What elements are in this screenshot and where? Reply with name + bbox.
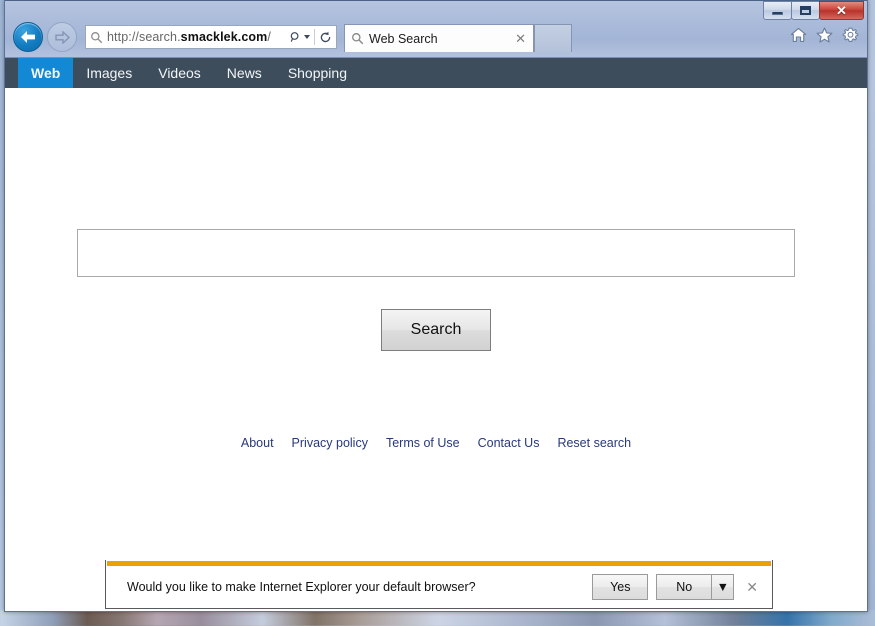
back-arrow-icon bbox=[21, 31, 35, 43]
sitenav-item-videos[interactable]: Videos bbox=[145, 58, 214, 88]
desktop-taskbar bbox=[0, 610, 875, 626]
footer-link-contact-us[interactable]: Contact Us bbox=[478, 436, 540, 450]
sitenav-label-shopping: Shopping bbox=[287, 65, 347, 81]
refresh-icon[interactable] bbox=[319, 31, 332, 44]
sitenav-item-images[interactable]: Images bbox=[73, 58, 145, 88]
address-icon-divider bbox=[314, 29, 315, 45]
url-subdomain: search. bbox=[138, 30, 181, 44]
back-button[interactable] bbox=[13, 22, 43, 52]
search-input[interactable] bbox=[77, 229, 795, 277]
tab-close-icon[interactable]: ✕ bbox=[512, 32, 529, 45]
sitenav-label-news: News bbox=[226, 65, 262, 81]
search-area: Search bbox=[5, 229, 867, 351]
address-url: http://search.smacklek.com/ bbox=[107, 30, 290, 44]
address-bar[interactable]: http://search.smacklek.com/ bbox=[85, 25, 337, 49]
notification-no-split-button: No ▼ bbox=[656, 574, 735, 600]
address-bar-icons bbox=[290, 29, 334, 45]
title-bar: ✕ http://search.smacklek.com/ Web Search… bbox=[5, 0, 867, 58]
notification-no-dropdown-button[interactable]: ▼ bbox=[712, 574, 735, 600]
sitenav-label-images: Images bbox=[86, 65, 133, 81]
forward-arrow-icon bbox=[55, 30, 70, 44]
new-tab-button[interactable] bbox=[534, 24, 572, 52]
window-controls: ✕ bbox=[763, 1, 864, 20]
search-button[interactable]: Search bbox=[381, 309, 491, 351]
footer-link-reset-search[interactable]: Reset search bbox=[557, 436, 631, 450]
notification-body: Would you like to make Internet Explorer… bbox=[106, 566, 772, 608]
sitenav-label-videos: Videos bbox=[158, 65, 201, 81]
favorites-star-icon[interactable] bbox=[816, 27, 833, 43]
footer-link-terms-of-use[interactable]: Terms of Use bbox=[386, 436, 460, 450]
sitenav-item-shopping[interactable]: Shopping bbox=[275, 58, 360, 88]
search-dropdown-icon[interactable] bbox=[290, 31, 302, 44]
sitenav-item-news[interactable]: News bbox=[214, 58, 275, 88]
notification-yes-button[interactable]: Yes bbox=[592, 574, 649, 600]
browser-toolbar-icons bbox=[790, 27, 859, 43]
site-navigation-bar: Web Images Videos News Shopping bbox=[5, 58, 867, 88]
notification-no-button[interactable]: No bbox=[656, 574, 713, 600]
url-path: / bbox=[267, 30, 271, 44]
minimize-icon bbox=[772, 11, 783, 15]
address-search-icon bbox=[91, 31, 103, 43]
tab-search-favicon-icon bbox=[352, 33, 364, 45]
footer-links: About Privacy policy Terms of Use Contac… bbox=[5, 436, 867, 450]
url-domain: smacklek.com bbox=[180, 30, 268, 44]
gear-icon[interactable] bbox=[842, 27, 859, 43]
notification-message: Would you like to make Internet Explorer… bbox=[127, 580, 476, 594]
url-scheme: http:// bbox=[107, 30, 139, 44]
notification-bar: Would you like to make Internet Explorer… bbox=[105, 560, 773, 609]
navigation-row: http://search.smacklek.com/ Web Search ✕ bbox=[5, 19, 867, 57]
close-window-button[interactable]: ✕ bbox=[819, 1, 864, 20]
browser-tab[interactable]: Web Search ✕ bbox=[344, 24, 534, 52]
maximize-restore-button[interactable] bbox=[791, 1, 820, 20]
sitenav-label-web: Web bbox=[31, 65, 61, 81]
sitenav-item-web[interactable]: Web bbox=[18, 58, 74, 88]
minimize-button[interactable] bbox=[763, 1, 792, 20]
home-icon[interactable] bbox=[790, 27, 807, 43]
restore-icon bbox=[800, 6, 811, 15]
forward-button[interactable] bbox=[47, 22, 77, 52]
page-content: Search About Privacy policy Terms of Use… bbox=[5, 88, 867, 611]
close-icon: ✕ bbox=[836, 3, 847, 18]
footer-link-about[interactable]: About bbox=[241, 436, 274, 450]
chevron-down-icon[interactable] bbox=[304, 35, 310, 39]
browser-window: ✕ http://search.smacklek.com/ Web Search… bbox=[4, 0, 868, 612]
tab-title: Web Search bbox=[369, 31, 438, 46]
notification-close-icon[interactable]: ✕ bbox=[746, 580, 758, 594]
footer-link-privacy-policy[interactable]: Privacy policy bbox=[292, 436, 368, 450]
